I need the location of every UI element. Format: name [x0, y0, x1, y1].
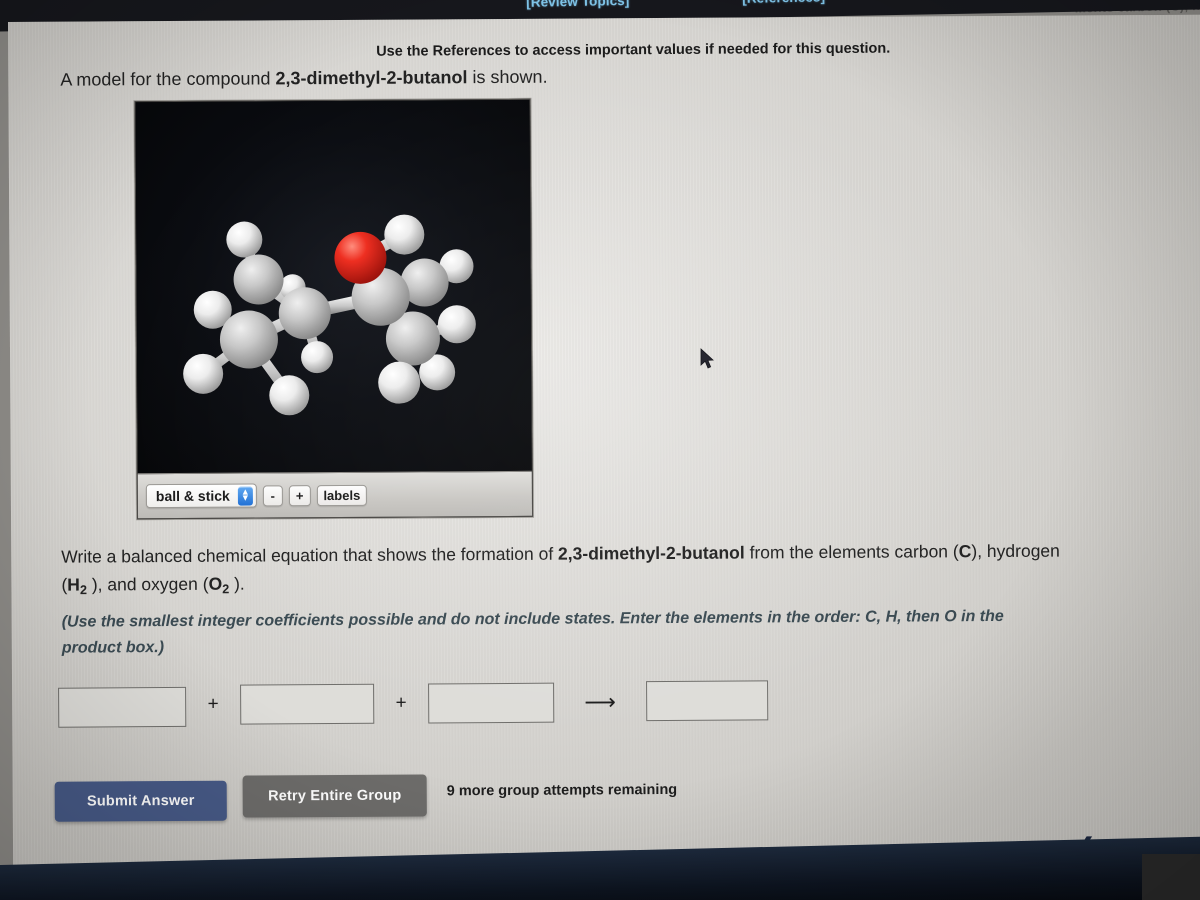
- ball-and-stick-molecule: [183, 214, 476, 416]
- hydrogen-atom: [384, 214, 425, 255]
- question-line-2: (H2 ), and oxygen (O2 ).: [61, 574, 244, 598]
- question-page: Use the References to access important v…: [8, 14, 1200, 870]
- molecule-canvas[interactable]: [135, 99, 532, 475]
- attempts-remaining-text: 9 more group attempts remaining: [446, 781, 678, 800]
- question-text-b: from the elements carbon (: [744, 541, 959, 563]
- reactant-3-input[interactable]: [428, 682, 555, 724]
- zoom-in-button[interactable]: +: [288, 484, 311, 506]
- symbol-hydrogen: H: [67, 574, 80, 595]
- question-text-a: Write a balanced chemical equation that …: [61, 543, 559, 567]
- references-link[interactable]: [References]: [742, 0, 825, 6]
- render-style-select[interactable]: ball & stick ▲ ▼: [145, 483, 257, 509]
- carbon-atom: [233, 254, 284, 305]
- oxygen-atom: [334, 231, 387, 284]
- hydrogen-atom: [269, 375, 310, 416]
- hydrogen-atom: [378, 361, 421, 404]
- reactant-1-input[interactable]: [58, 686, 187, 728]
- hydrogen-atom: [183, 353, 224, 394]
- instruction-line-1: (Use the smallest integer coefficients p…: [61, 607, 1004, 631]
- reactant-2-input[interactable]: [240, 683, 375, 725]
- zoom-out-button[interactable]: -: [262, 484, 283, 506]
- labels-button[interactable]: labels: [316, 484, 368, 506]
- molecule-viewer[interactable]: ball & stick ▲ ▼ - + labels: [134, 98, 534, 520]
- hydrogen-atom: [226, 221, 263, 258]
- intro-sentence: A model for the compound 2,3-dimethyl-2-…: [60, 67, 547, 91]
- hydrogen-atom: [301, 341, 334, 374]
- screen-corner-shadow: [1142, 854, 1200, 900]
- instruction-line-2: product box.): [61, 639, 165, 657]
- question-text-e: ).: [229, 573, 245, 594]
- oxygen-subscript: 2: [222, 582, 230, 597]
- intro-prefix: A model for the compound: [60, 68, 276, 90]
- submit-answer-button[interactable]: Submit Answer: [54, 780, 227, 822]
- intro-suffix: is shown.: [467, 66, 548, 88]
- symbol-carbon: C: [958, 541, 972, 562]
- symbol-oxygen: O: [208, 573, 223, 594]
- viewer-toolbar: ball & stick ▲ ▼ - + labels: [137, 470, 533, 519]
- plus-sign-2: +: [395, 692, 407, 714]
- review-topics-link[interactable]: [Review Topics]: [526, 0, 630, 10]
- render-style-value: ball & stick: [155, 487, 230, 505]
- question-compound-name: 2,3-dimethyl-2-butanol: [557, 542, 745, 564]
- product-input[interactable]: [646, 679, 769, 721]
- plus-sign-1: +: [207, 693, 219, 715]
- equation-input-row: + + ⟶: [58, 679, 769, 728]
- reaction-arrow-icon: ⟶: [584, 689, 617, 715]
- question-line-1: Write a balanced chemical equation that …: [61, 541, 1060, 568]
- question-text-d: ), and oxygen (: [86, 573, 209, 595]
- carbon-atom: [278, 287, 331, 340]
- retry-entire-group-button[interactable]: Retry Entire Group: [242, 774, 427, 818]
- mouse-cursor-icon: [700, 348, 714, 369]
- intro-compound-name: 2,3-dimethyl-2-butanol: [275, 67, 468, 89]
- question-text-c: ), hydrogen: [971, 540, 1060, 562]
- chevron-updown-icon[interactable]: ▲ ▼: [237, 486, 253, 506]
- photographed-screen: ...ents carbon (C), h [Review Topics] [R…: [0, 0, 1200, 900]
- hydrogen-atom: [437, 305, 476, 344]
- carbon-atom: [219, 310, 278, 369]
- references-instruction: Use the References to access important v…: [376, 40, 891, 60]
- atom-group: [183, 214, 476, 416]
